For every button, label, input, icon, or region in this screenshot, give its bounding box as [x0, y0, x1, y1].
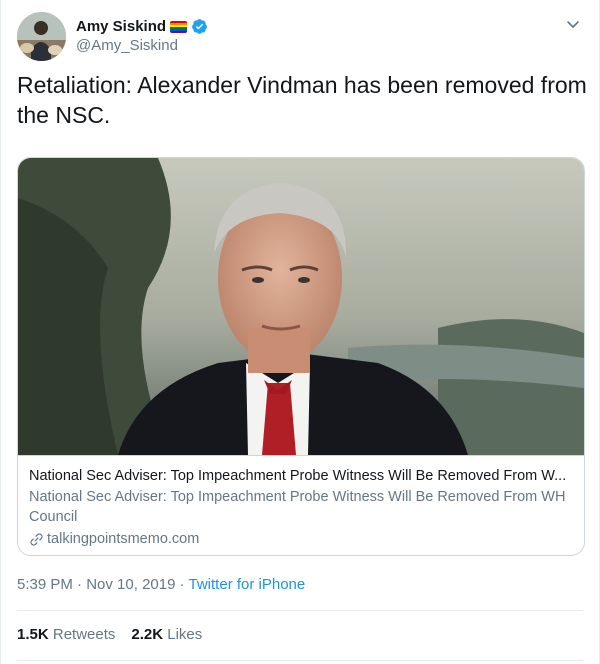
card-image[interactable] — [18, 158, 584, 455]
tweet-meta: 5:39 PM · Nov 10, 2019 · Twitter for iPh… — [17, 576, 305, 593]
retweets-stat[interactable]: 1.5K Retweets — [17, 626, 115, 643]
user-names: Amy Siskind @Amy_Siskind — [76, 17, 208, 54]
retweets-count: 1.5K — [17, 626, 49, 643]
likes-count: 2.2K — [131, 626, 164, 643]
tweet-header: Amy Siskind @Amy_Siskind — [17, 12, 583, 64]
chevron-down-icon[interactable] — [565, 16, 581, 32]
display-name[interactable]: Amy Siskind — [76, 18, 166, 35]
likes-stat[interactable]: 2.2K Likes — [131, 626, 202, 643]
tweet-source-link[interactable]: Twitter for iPhone — [189, 576, 306, 593]
card-title[interactable]: National Sec Adviser: Top Impeachment Pr… — [29, 466, 573, 486]
tweet-text: Retaliation: Alexander Vindman has been … — [17, 72, 587, 128]
card-domain-text: talkingpointsmemo.com — [47, 531, 200, 547]
user-handle[interactable]: @Amy_Siskind — [76, 37, 208, 54]
divider — [17, 610, 583, 611]
rainbow-flag-icon — [170, 20, 188, 33]
meta-separator: · — [175, 576, 189, 593]
tweet-date[interactable]: Nov 10, 2019 — [86, 576, 175, 593]
verified-badge-icon — [192, 19, 207, 34]
card-domain[interactable]: talkingpointsmemo.com — [29, 529, 573, 549]
divider — [17, 660, 583, 661]
tweet-time[interactable]: 5:39 PM — [17, 576, 73, 593]
link-card[interactable]: National Sec Adviser: Top Impeachment Pr… — [17, 157, 585, 556]
tweet-container: Amy Siskind @Amy_Siskind Retaliation: Al… — [0, 0, 600, 664]
link-icon — [30, 532, 43, 546]
meta-separator: · — [72, 576, 87, 593]
card-description: National Sec Adviser: Top Impeachment Pr… — [29, 489, 566, 525]
avatar[interactable] — [17, 12, 66, 61]
retweets-label: Retweets — [52, 626, 116, 643]
card-body[interactable]: National Sec Adviser: Top Impeachment Pr… — [18, 455, 584, 555]
tweet-stats: 1.5K Retweets 2.2K Likes — [17, 626, 202, 643]
likes-label: Likes — [167, 626, 203, 643]
